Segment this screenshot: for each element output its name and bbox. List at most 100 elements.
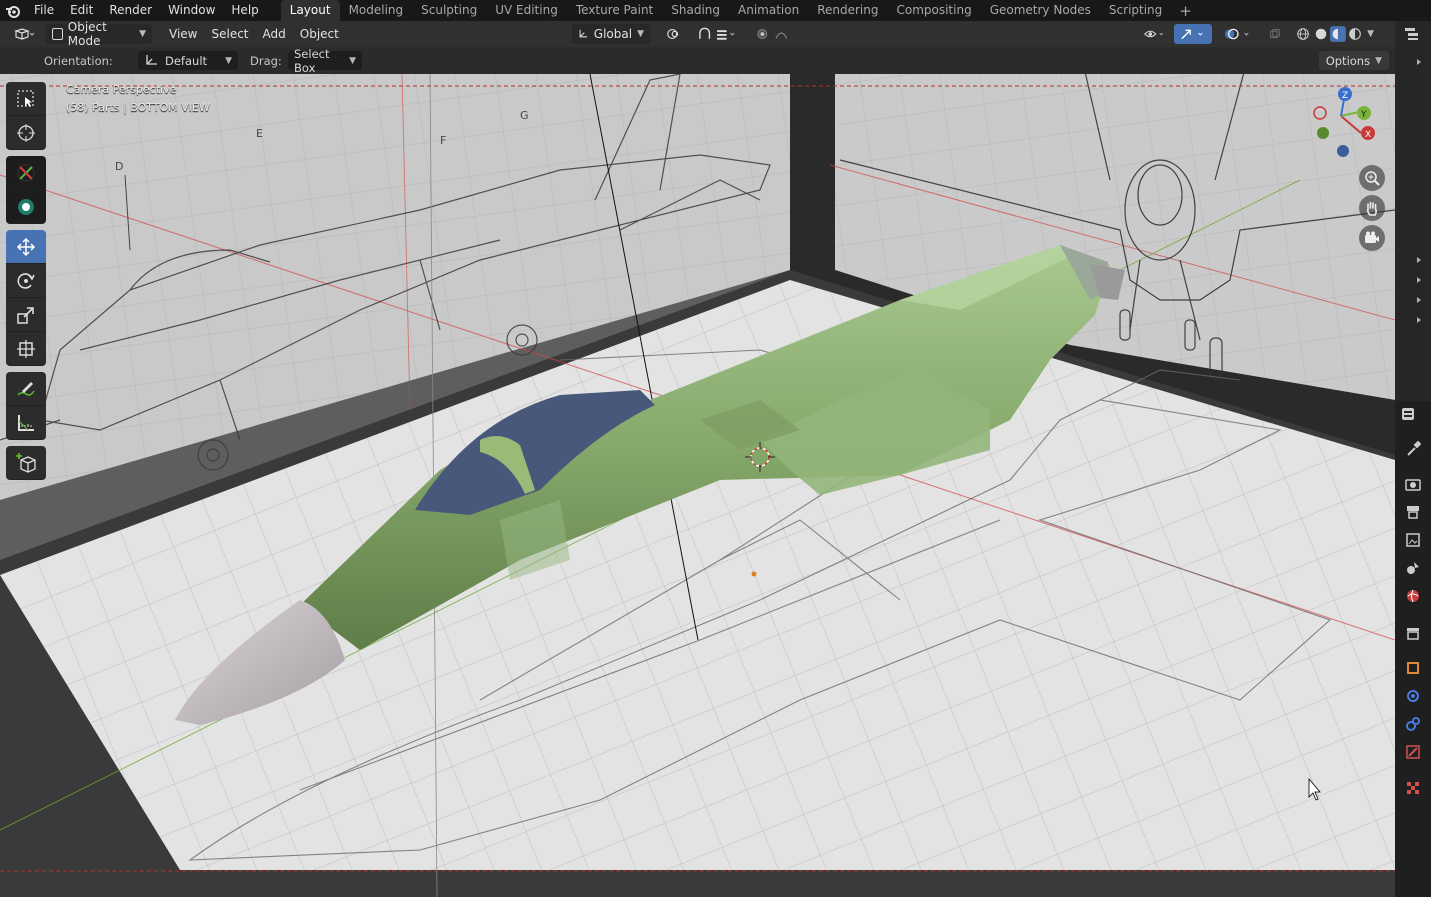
properties-sidebar xyxy=(1395,21,1431,897)
collapsed-row-arrow-icon[interactable] xyxy=(1417,317,1421,323)
menu-object[interactable]: Object xyxy=(293,27,346,41)
tab-geometry-nodes[interactable]: Geometry Nodes xyxy=(981,0,1100,21)
tab-compositing[interactable]: Compositing xyxy=(887,0,980,21)
world-properties-tab-icon[interactable] xyxy=(1404,587,1422,605)
chevron-down-icon: ▼ xyxy=(1375,55,1382,66)
scale-icon xyxy=(17,306,34,324)
pivot-point-button[interactable] xyxy=(660,24,688,44)
orientation-label: Global xyxy=(593,27,633,41)
blender-logo-icon[interactable] xyxy=(0,0,26,21)
menu-render[interactable]: Render xyxy=(101,0,160,21)
properties-editor-icon[interactable] xyxy=(1401,405,1419,423)
add-cube-icon xyxy=(16,452,36,473)
tool-add-cube[interactable] xyxy=(6,446,46,480)
texture-properties-tab-icon[interactable] xyxy=(1404,779,1422,797)
navigation-gizmo[interactable]: X Y Z xyxy=(1306,86,1386,166)
xray-button[interactable] xyxy=(1264,24,1286,44)
add-workspace-plus-icon[interactable]: + xyxy=(1171,2,1200,20)
mode-dropdown[interactable]: Object Mode ▼ xyxy=(46,20,152,48)
outliner-editor-icon[interactable] xyxy=(1404,25,1422,43)
visibility-button[interactable] xyxy=(1138,24,1172,44)
view-layer-properties-tab-icon[interactable] xyxy=(1404,531,1422,549)
drag-dropdown[interactable]: Select Box ▼ xyxy=(288,47,362,75)
cursor-icon xyxy=(17,123,35,142)
orientation-dropdown[interactable]: Default ▼ xyxy=(138,51,238,70)
overlays-button[interactable] xyxy=(1218,24,1258,44)
options-dropdown[interactable]: Options ▼ xyxy=(1318,51,1389,70)
editor-type-icon xyxy=(14,28,34,40)
shading-rendered-icon[interactable] xyxy=(1348,26,1362,42)
shading-solid-icon[interactable] xyxy=(1314,26,1328,42)
render-properties-tab-icon[interactable] xyxy=(1404,475,1422,493)
object-properties-tab-icon[interactable] xyxy=(1404,659,1422,677)
tool-move[interactable] xyxy=(6,230,46,264)
3d-viewport[interactable]: D E F G Camera Perspective (58) Parts | … xyxy=(0,74,1395,897)
collapsed-row-arrow-icon[interactable] xyxy=(1417,257,1421,263)
top-menu-bar: File Edit Render Window Help Layout Mode… xyxy=(0,0,1431,21)
zoom-button[interactable] xyxy=(1359,165,1385,191)
tab-shading[interactable]: Shading xyxy=(662,0,729,21)
tab-scripting[interactable]: Scripting xyxy=(1100,0,1171,21)
tool-annotate[interactable] xyxy=(6,372,46,406)
tab-layout[interactable]: Layout xyxy=(280,0,340,21)
xray-icon xyxy=(1270,29,1280,39)
zoom-icon xyxy=(1365,171,1380,186)
collapsed-row-arrow-icon[interactable] xyxy=(1417,297,1421,303)
pivot-icon xyxy=(667,28,679,40)
modifier-properties-tab-icon[interactable] xyxy=(1404,687,1422,705)
tool-transform[interactable] xyxy=(6,332,46,366)
mode-label: Object Mode xyxy=(67,20,107,48)
menu-window[interactable]: Window xyxy=(160,0,223,21)
tool-rotate[interactable] xyxy=(6,264,46,298)
collapsed-row-arrow-icon[interactable] xyxy=(1417,277,1421,283)
shading-mode-group[interactable]: ▼ xyxy=(1290,24,1380,44)
menu-select[interactable]: Select xyxy=(204,27,255,41)
outliner-expand-arrow-icon[interactable] xyxy=(1417,59,1421,65)
annotate-pencil-icon xyxy=(17,381,35,396)
tool-settings-bar: Orientation: Default ▼ Drag: Select Box … xyxy=(0,47,1395,75)
workspace-tabs: Layout Modeling Sculpting UV Editing Tex… xyxy=(280,0,1200,21)
orientation-axes-icon xyxy=(579,29,588,38)
tab-rendering[interactable]: Rendering xyxy=(808,0,887,21)
blueprint-letter-d: D xyxy=(115,160,123,173)
tool-select-box[interactable] xyxy=(6,82,46,116)
tab-sculpting[interactable]: Sculpting xyxy=(412,0,486,21)
orientation-label: Orientation: xyxy=(44,53,113,68)
snapping-button[interactable] xyxy=(692,24,744,44)
object-mode-icon xyxy=(52,28,63,40)
camera-view-button[interactable] xyxy=(1359,225,1385,251)
tool-transform-gizmo-toggle[interactable] xyxy=(6,190,46,224)
hand-icon xyxy=(1366,201,1377,216)
menu-help[interactable]: Help xyxy=(223,0,266,21)
chevron-down-icon: ▼ xyxy=(139,29,146,39)
blueprint-letter-f: F xyxy=(440,134,446,147)
tool-scale[interactable] xyxy=(6,298,46,332)
pan-button[interactable] xyxy=(1359,195,1385,221)
tool-measure[interactable] xyxy=(6,406,46,440)
tab-modeling[interactable]: Modeling xyxy=(340,0,413,21)
tab-texture-paint[interactable]: Texture Paint xyxy=(567,0,662,21)
menu-file[interactable]: File xyxy=(26,0,62,21)
tool-cursor[interactable] xyxy=(6,116,46,150)
editor-type-button[interactable] xyxy=(8,24,40,44)
menu-view[interactable]: View xyxy=(162,27,204,41)
tab-uv-editing[interactable]: UV Editing xyxy=(486,0,567,21)
tool-properties-tab-icon[interactable] xyxy=(1404,440,1422,458)
gizmo-y-label: Y xyxy=(1360,110,1367,120)
menu-edit[interactable]: Edit xyxy=(62,0,101,21)
collection-properties-tab-icon[interactable] xyxy=(1404,624,1422,642)
shading-material-icon[interactable] xyxy=(1330,25,1346,43)
output-properties-tab-icon[interactable] xyxy=(1404,503,1422,521)
physics-properties-tab-icon[interactable] xyxy=(1404,715,1422,733)
proportional-edit-icon xyxy=(757,29,788,39)
proportional-editing-button[interactable] xyxy=(750,24,800,44)
tab-animation[interactable]: Animation xyxy=(729,0,808,21)
tool-move-gizmo-toggle[interactable] xyxy=(6,156,46,190)
shading-wireframe-icon[interactable] xyxy=(1296,26,1310,42)
data-properties-tab-icon[interactable] xyxy=(1404,743,1422,761)
menu-add[interactable]: Add xyxy=(256,27,293,41)
gizmo-toggle-button[interactable] xyxy=(1174,24,1212,44)
gizmo-z-label: Z xyxy=(1342,91,1348,101)
transform-orientation-dropdown[interactable]: Global ▼ xyxy=(572,24,650,44)
scene-properties-tab-icon[interactable] xyxy=(1404,559,1422,577)
